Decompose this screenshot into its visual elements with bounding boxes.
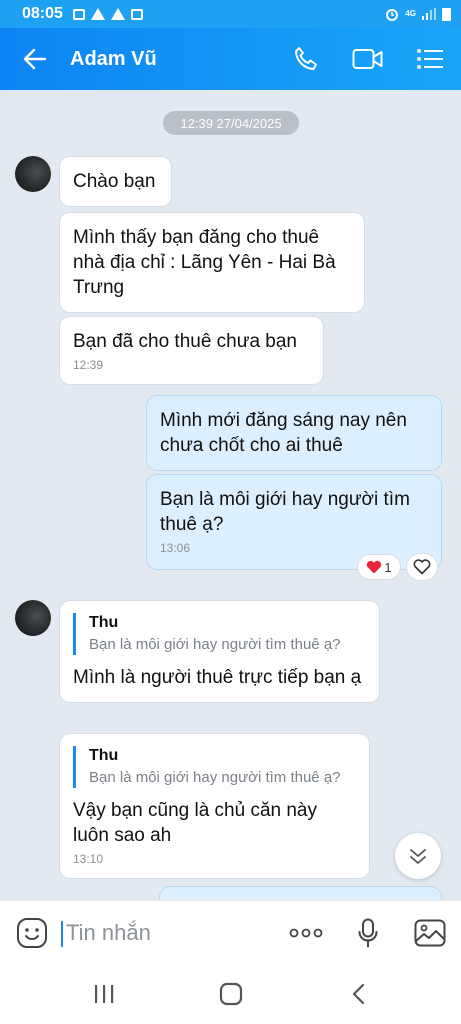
scroll-to-bottom-button[interactable] — [395, 833, 441, 879]
message-text: Mình là người thuê trực tiếp bạn ạ — [73, 667, 362, 688]
more-options-button[interactable] — [275, 901, 337, 965]
video-call-button[interactable] — [337, 28, 399, 90]
message-bubble[interactable]: Chào bạn — [60, 157, 171, 206]
home-icon — [219, 982, 242, 1006]
network-type: 4G — [405, 9, 416, 18]
video-camera-icon — [352, 49, 383, 69]
warning-icon — [90, 8, 105, 20]
chat-header: Adam Vũ — [0, 28, 461, 90]
more-dots-icon — [289, 928, 323, 937]
alarm-icon — [386, 9, 399, 21]
message-text: Chào bạn — [73, 171, 156, 192]
list-menu-icon — [417, 49, 443, 69]
message-bubble[interactable]: Mình thấy bạn đăng cho thuê nhà địa chỉ … — [60, 213, 364, 312]
double-chevron-down-icon — [410, 849, 426, 864]
home-button[interactable] — [201, 969, 261, 1019]
message-time: 13:10 — [73, 852, 104, 866]
my-message-bubble[interactable]: Mình mới đăng sáng nay nên chưa chốt cho… — [147, 396, 441, 470]
recent-apps-button[interactable] — [74, 969, 134, 1019]
quote-text: Bạn là môi giới hay người tìm thuê ạ? — [89, 636, 341, 653]
message-input-placeholder: Tin nhắn — [66, 919, 151, 945]
message-input-bar: Tin nhắn — [0, 900, 461, 964]
system-icons: 4G — [385, 7, 451, 21]
menu-button[interactable] — [399, 28, 461, 90]
message-text: Vậy bạn cũng là chủ căn này luôn sao ah — [73, 800, 318, 846]
image-button[interactable] — [399, 901, 461, 965]
message-input[interactable]: Tin nhắn — [61, 919, 275, 947]
phone-icon — [295, 47, 317, 70]
react-button[interactable] — [407, 554, 437, 580]
quote-text: Bạn là môi giới hay người tìm thuê ạ? — [89, 769, 341, 786]
reaction-count: 1 — [384, 559, 392, 575]
back-button[interactable] — [0, 28, 70, 90]
message-text: Mình mới đăng sáng nay nên chưa chốt cho… — [160, 410, 407, 456]
quote-author: Thu — [89, 747, 119, 764]
text-cursor — [61, 920, 63, 947]
message-text: Mình thấy bạn đăng cho thuê nhà địa chỉ … — [73, 227, 336, 298]
battery-icon — [442, 7, 451, 21]
back-nav-button[interactable] — [328, 969, 388, 1019]
quoted-message[interactable]: Thu Bạn là môi giới hay người tìm thuê ạ… — [73, 746, 356, 788]
avatar[interactable] — [15, 600, 51, 636]
message-time: 13:06 — [160, 541, 191, 555]
voice-message-button[interactable] — [337, 901, 399, 965]
app-notification-icon — [130, 8, 143, 20]
status-bar: 08:05 4G — [0, 0, 461, 28]
message-time: 12:39 — [73, 358, 104, 372]
quoted-message[interactable]: Thu Bạn là môi giới hay người tìm thuê ạ… — [73, 613, 366, 655]
heart-outline-icon — [413, 559, 431, 575]
sticker-icon — [17, 917, 47, 948]
reply-message-bubble[interactable]: Thu Bạn là môi giới hay người tìm thuê ạ… — [60, 734, 369, 878]
reply-message-bubble[interactable]: Thu Bạn là môi giới hay người tìm thuê ạ… — [60, 601, 379, 702]
avatar[interactable] — [15, 156, 51, 192]
quote-author: Thu — [89, 614, 119, 631]
recent-apps-icon — [94, 985, 113, 1003]
system-navigation-bar — [0, 964, 461, 1024]
reaction-badge[interactable]: 1 — [358, 555, 400, 579]
status-time: 08:05 — [22, 5, 63, 22]
date-separator: 12:39 27/04/2025 — [163, 111, 299, 135]
my-message-bubble[interactable]: Bạn là môi giới hay người tìm thuê ạ? 13… — [147, 475, 441, 569]
gallery-notification-icon — [72, 8, 85, 20]
sticker-button[interactable] — [0, 901, 64, 965]
warning-icon — [110, 8, 125, 20]
microphone-icon — [358, 918, 378, 947]
notification-icons — [72, 8, 143, 20]
my-message-bubble[interactable] — [160, 887, 441, 900]
heart-icon — [367, 560, 382, 574]
contact-name[interactable]: Adam Vũ — [70, 48, 275, 71]
message-text: Bạn là môi giới hay người tìm thuê ạ? — [160, 489, 410, 535]
arrow-left-icon — [23, 48, 47, 70]
voice-call-button[interactable] — [275, 28, 337, 90]
chat-area[interactable]: 12:39 27/04/2025 Chào bạn Mình thấy bạn … — [0, 90, 461, 900]
message-bubble[interactable]: Bạn đã cho thuê chưa bạn 12:39 — [60, 317, 323, 384]
message-text: Bạn đã cho thuê chưa bạn — [73, 331, 298, 352]
image-icon — [414, 919, 446, 946]
signal-icon — [422, 8, 436, 20]
chevron-left-icon — [352, 983, 364, 1005]
